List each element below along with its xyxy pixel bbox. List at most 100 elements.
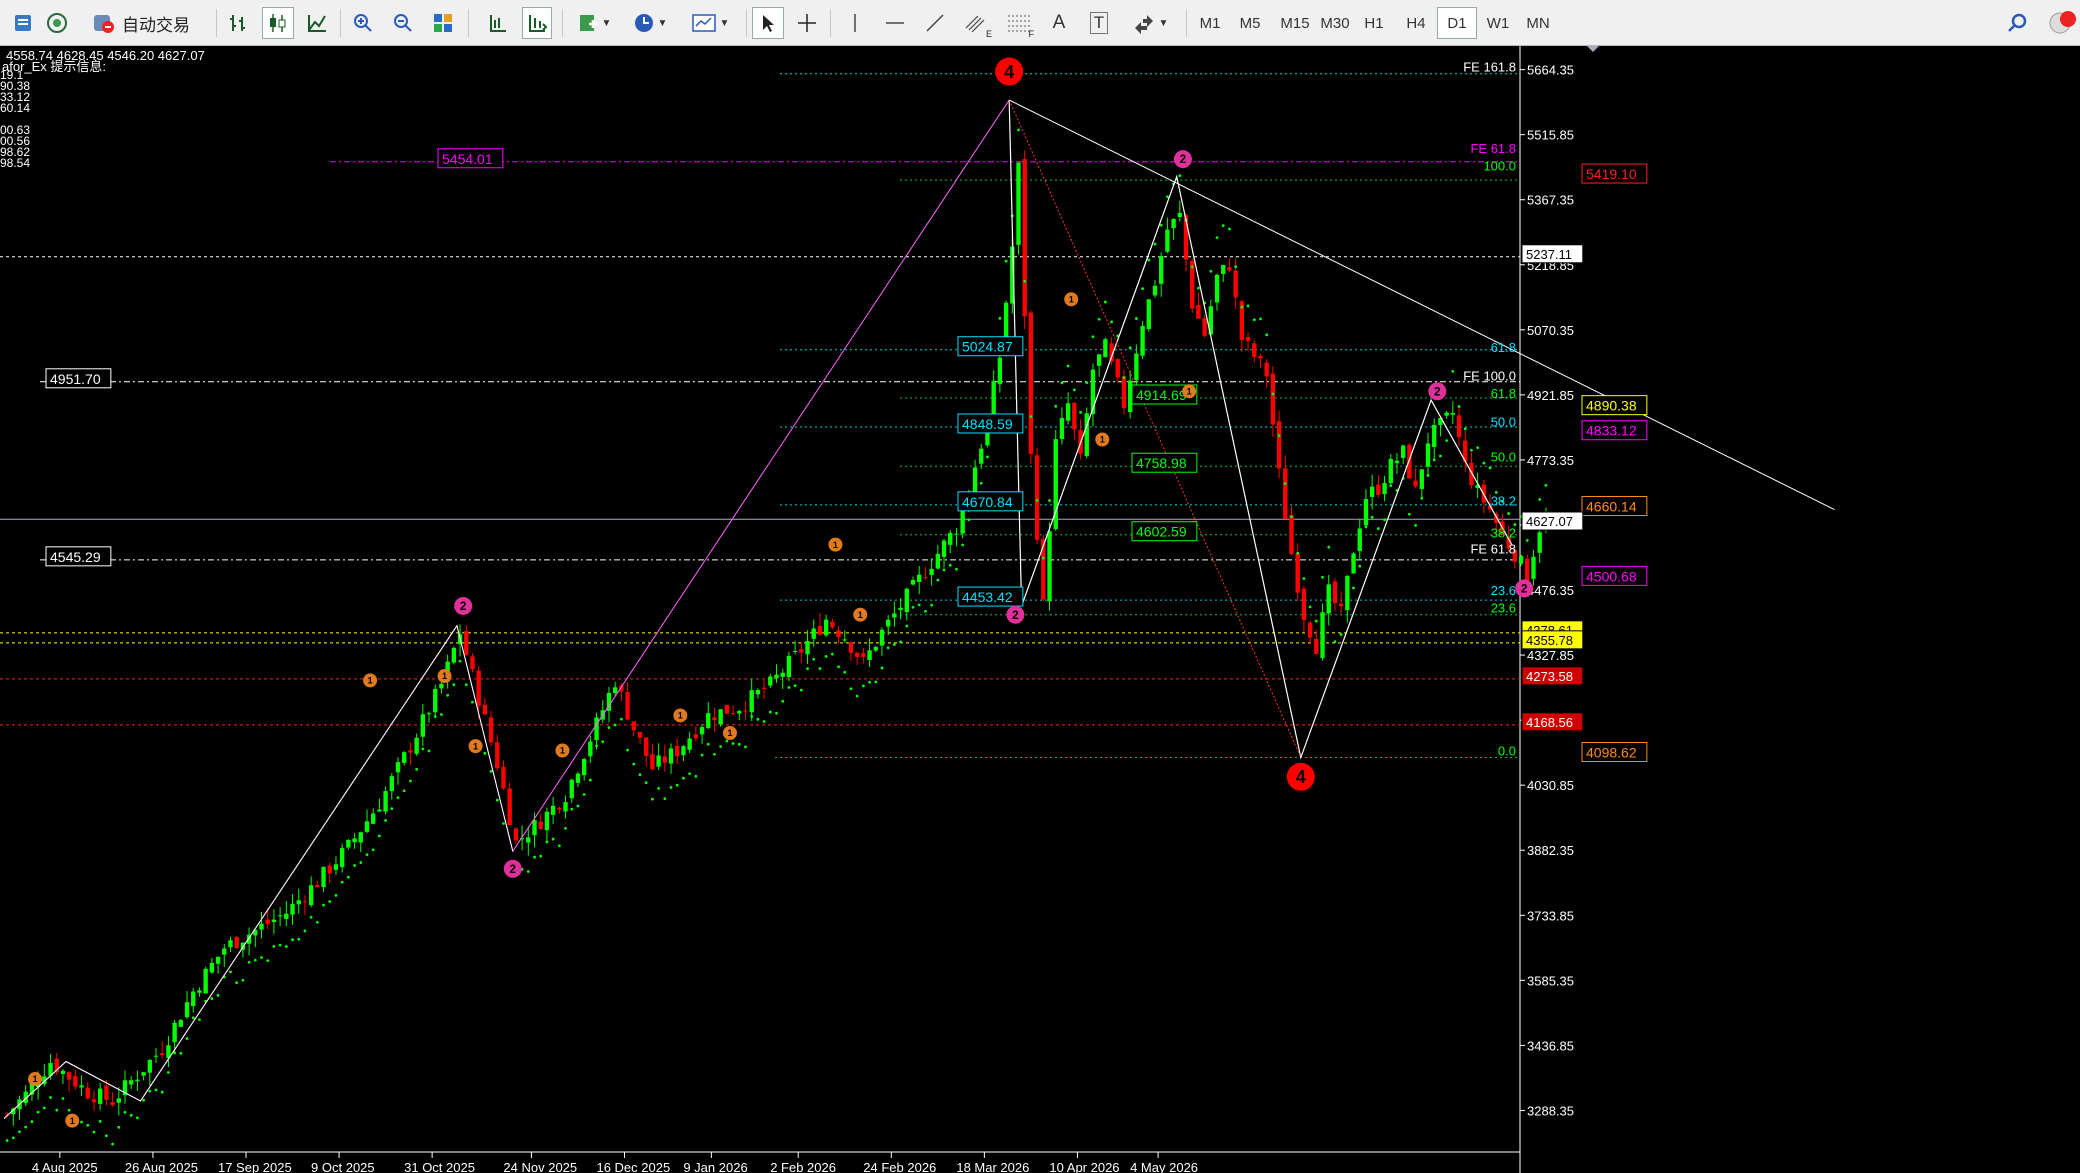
price-tick-label: 4921.85: [1527, 388, 1574, 403]
level-label: 4500.68: [1586, 568, 1637, 584]
candle: [1065, 403, 1071, 421]
timeframe-mn[interactable]: MN: [1518, 7, 1558, 39]
candle: [191, 991, 196, 1007]
sar-dot: [377, 834, 381, 838]
sar-dot: [619, 717, 623, 721]
equidistant-channel-icon[interactable]: E: [960, 7, 994, 39]
price-tag: 5237.11: [1526, 247, 1572, 262]
timeframe-w1[interactable]: W1: [1478, 7, 1518, 39]
timeframe-h4[interactable]: H4: [1396, 7, 1436, 39]
time-tick-label: 24 Nov 2025: [503, 1160, 577, 1173]
zoom-in-icon[interactable]: [348, 7, 378, 39]
timeframe-m30[interactable]: M30: [1312, 7, 1358, 39]
candlestick-chart-icon[interactable]: [262, 7, 294, 39]
price-tag-group: 4168.56: [1521, 712, 1584, 732]
sar-dot: [1190, 265, 1194, 269]
candle: [1326, 584, 1331, 614]
templates-dropdown[interactable]: ▼: [684, 7, 736, 39]
indicators-dropdown[interactable]: ▼: [570, 7, 618, 39]
price-tag: 4355.78: [1526, 633, 1573, 648]
autoscroll-icon[interactable]: [522, 7, 552, 39]
chart-shift-icon[interactable]: [482, 7, 512, 39]
time-tick-label: 9 Jan 2026: [683, 1160, 747, 1173]
chart-area[interactable]: 5664.35 5515.85 5367.35 5218.85 5070.35 4921.…: [0, 46, 2080, 1173]
notifications-icon[interactable]: [2044, 7, 2080, 39]
sar-dot: [1314, 619, 1318, 623]
sar-dot: [657, 786, 661, 790]
vertical-line-icon[interactable]: [840, 7, 870, 39]
candle: [321, 866, 326, 888]
sar-dot: [458, 659, 462, 663]
sar-dot: [737, 742, 741, 746]
sar-dot: [36, 1110, 40, 1114]
sar-dot: [818, 667, 822, 670]
price-tick-label: 3436.85: [1527, 1038, 1574, 1053]
timeframe-m5[interactable]: M5: [1230, 7, 1270, 39]
zoom-out-icon[interactable]: [388, 7, 418, 39]
sar-dot: [1445, 439, 1449, 443]
sar-dot: [1277, 434, 1281, 437]
candle: [699, 727, 705, 735]
autotrade-button[interactable]: 自动交易: [76, 7, 206, 39]
tile-windows-icon[interactable]: [428, 7, 458, 39]
sar-dot: [353, 864, 356, 867]
sar-dot: [1197, 286, 1200, 290]
timeframe-d1[interactable]: D1: [1437, 7, 1477, 39]
candle: [1518, 556, 1524, 564]
horizontal-line-icon[interactable]: [880, 7, 910, 39]
trendline-icon[interactable]: [920, 7, 950, 39]
candle: [948, 532, 953, 545]
crosshair-icon[interactable]: [792, 7, 822, 39]
toolbar-overflow-icon[interactable]: [0, 7, 6, 39]
sar-dot: [750, 714, 754, 718]
periodicity-dropdown[interactable]: ▼: [626, 7, 674, 39]
fib-label: 23.6: [1491, 583, 1516, 598]
timeframe-h1[interactable]: H1: [1354, 7, 1394, 39]
market-watch-icon[interactable]: [42, 7, 72, 39]
price-chart[interactable]: 5664.355515.855367.355218.855070.354921.…: [0, 46, 2080, 1173]
text-label-tool-button[interactable]: T: [1084, 7, 1114, 39]
cursor-icon[interactable]: [752, 7, 784, 39]
line-chart-icon[interactable]: [302, 7, 332, 39]
candle: [1171, 218, 1176, 229]
candle: [178, 1020, 184, 1027]
candle: [1028, 312, 1034, 454]
text-tool-button[interactable]: A: [1044, 7, 1074, 39]
candle: [650, 754, 655, 770]
sar-dot: [129, 1113, 133, 1117]
sar-dot: [1414, 524, 1417, 527]
fib-label-group: 23.6: [1491, 601, 1516, 616]
sar-dot: [334, 894, 338, 897]
candle: [836, 630, 841, 637]
timeframe-m1[interactable]: M1: [1190, 7, 1230, 39]
sar-dot: [1457, 405, 1461, 408]
candle: [420, 714, 425, 737]
clipped-value: 98.54: [0, 156, 31, 170]
candle: [85, 1087, 90, 1099]
candle: [1059, 417, 1065, 440]
sar-dot: [979, 481, 983, 485]
candle: [104, 1085, 109, 1100]
candle: [135, 1079, 140, 1082]
wave-count-label: 1: [32, 1074, 37, 1084]
profiles-icon[interactable]: [8, 7, 38, 39]
bar-chart-icon[interactable]: [224, 7, 254, 39]
candle: [290, 903, 295, 915]
wave-count-label: 4: [1296, 767, 1307, 787]
sar-dot: [1141, 287, 1144, 291]
fibonacci-retracement-icon[interactable]: F: [1002, 7, 1036, 39]
candle: [979, 448, 984, 464]
arrows-dropdown[interactable]: ▼: [1124, 7, 1176, 39]
candle: [910, 580, 916, 585]
price-tick-label: 5515.85: [1527, 128, 1574, 143]
sar-dot: [123, 1110, 127, 1114]
candle: [1214, 274, 1220, 303]
search-icon[interactable]: [2000, 7, 2034, 39]
candle: [941, 540, 947, 557]
fib-label: 61.8: [1491, 340, 1516, 355]
sar-dot: [955, 567, 958, 571]
candle: [1450, 412, 1455, 415]
candle: [693, 734, 699, 739]
candle: [91, 1099, 97, 1103]
candle: [544, 811, 550, 831]
